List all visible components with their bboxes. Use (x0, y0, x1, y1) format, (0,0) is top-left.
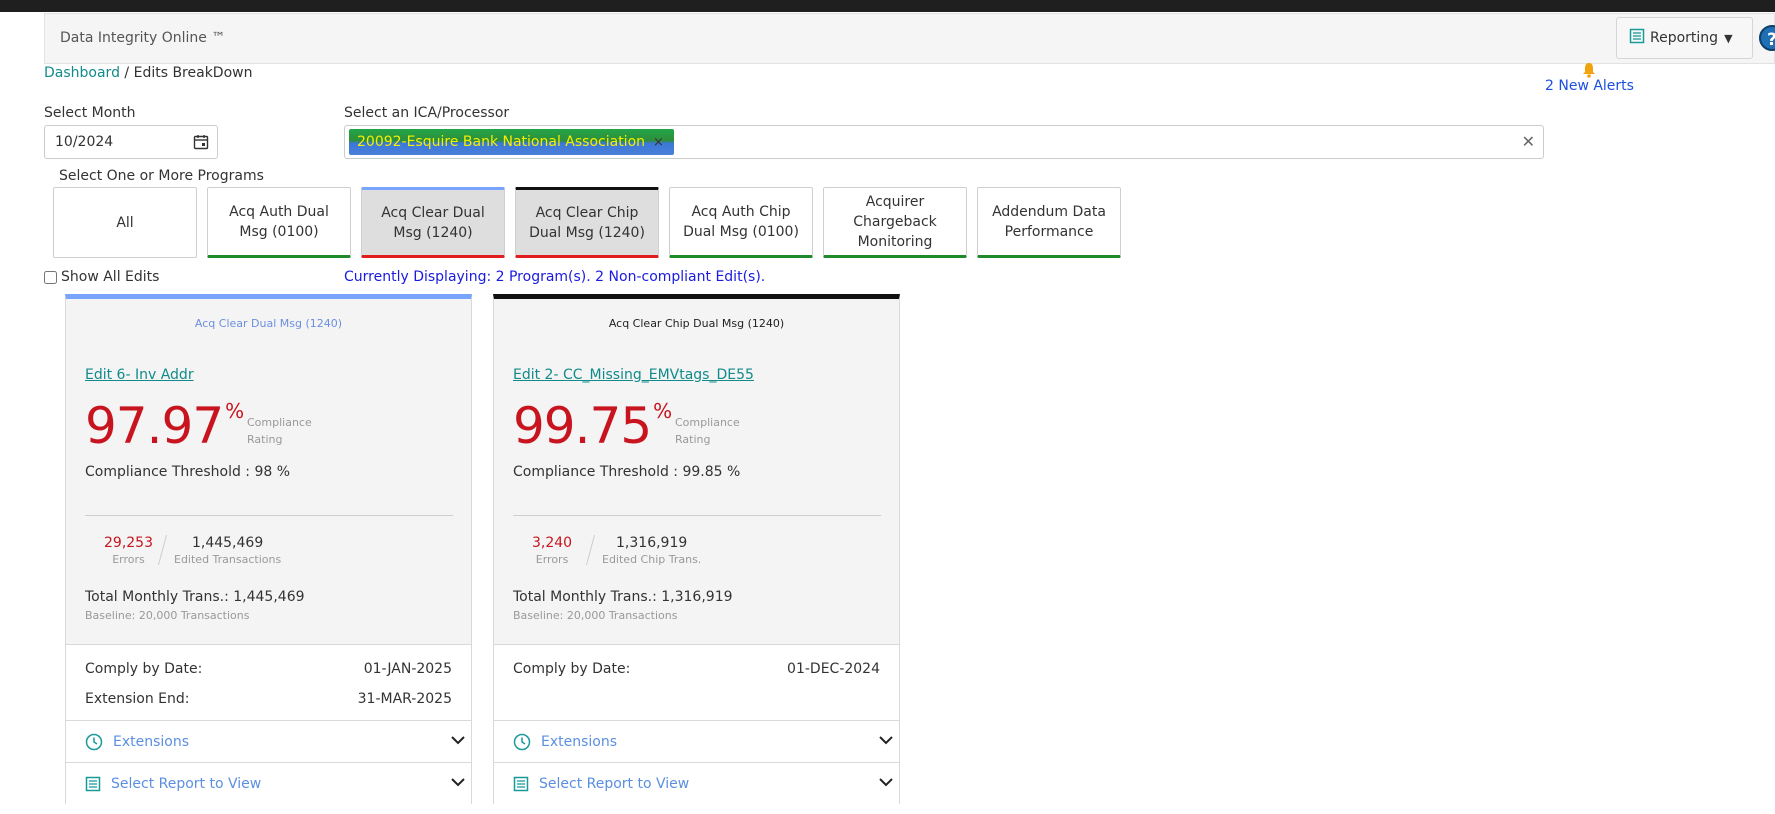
baseline: Baseline: 20,000 Transactions (85, 609, 250, 622)
alerts-label: 2 New Alerts (1545, 78, 1634, 94)
percent-symbol: % (225, 399, 245, 423)
total-monthly-trans: Total Monthly Trans.: 1,445,469 (85, 589, 305, 605)
show-all-edits[interactable]: Show All Edits (44, 269, 159, 285)
report-icon (1629, 28, 1645, 48)
errors-stat: 29,253 Errors (104, 535, 153, 566)
errors-label: Errors (112, 553, 145, 566)
comply-by-row: Comply by Date: 01-DEC-2024 (513, 661, 880, 677)
program-acquirer-chargeback-button[interactable]: Acquirer Chargeback Monitoring (823, 187, 967, 258)
comply-by-row: Comply by Date: 01-JAN-2025 (85, 661, 452, 677)
divider (85, 515, 453, 516)
divider (513, 515, 881, 516)
processor-chip-label: 20092-Esquire Bank National Association (357, 134, 646, 150)
clock-icon (513, 733, 531, 751)
stat-separator (585, 535, 596, 565)
show-all-edits-checkbox[interactable] (44, 270, 57, 284)
caret-down-icon: ▼ (1724, 31, 1733, 45)
chevron-down-icon[interactable] (879, 775, 893, 791)
transactions-stat: 1,316,919 Edited Chip Trans. (602, 535, 701, 566)
report-icon (513, 776, 529, 792)
bell-icon (1582, 62, 1596, 78)
baseline: Baseline: 20,000 Transactions (513, 609, 678, 622)
select-report-label: Select Report to View (539, 775, 690, 792)
month-value: 10/2024 (55, 134, 114, 150)
program-selector: All Acq Auth Dual Msg (0100) Acq Clear D… (53, 187, 1121, 258)
extensions-label: Extensions (113, 733, 190, 750)
chevron-down-icon[interactable] (879, 733, 893, 749)
month-label: Select Month (44, 105, 136, 121)
processor-select[interactable]: 20092-Esquire Bank National Association ×… (344, 125, 1544, 159)
card-program-title: Acq Clear Chip Dual Msg (1240) (608, 317, 785, 330)
transactions-value: 1,445,469 (191, 535, 264, 551)
extension-end-label: Extension End: (85, 691, 190, 707)
comply-by-label: Comply by Date: (85, 661, 203, 677)
errors-stat: 3,240 Errors (532, 535, 572, 566)
percent-symbol: % (653, 399, 673, 423)
comply-by-value: 01-DEC-2024 (787, 661, 880, 677)
extension-end-value: 31-MAR-2025 (357, 691, 452, 707)
reporting-label: Reporting (1650, 30, 1719, 46)
edit-link[interactable]: Edit 6- Inv Addr (85, 367, 194, 383)
window-top-bar (0, 0, 1775, 12)
help-icon[interactable]: ? (1759, 25, 1775, 51)
program-acq-clear-dual-button[interactable]: Acq Clear Dual Msg (1240) (361, 187, 505, 258)
errors-label: Errors (535, 553, 569, 566)
transactions-value: 1,316,919 (616, 535, 688, 551)
compliance-rating-label: Compliance Rating (675, 416, 740, 446)
programs-label: Select One or More Programs (59, 168, 264, 184)
month-picker-input[interactable]: 10/2024 (44, 125, 218, 159)
program-acq-clear-chip-dual-button[interactable]: Acq Clear Chip Dual Msg (1240) (515, 187, 659, 258)
compliance-value: 97.97 (85, 397, 224, 455)
transactions-label: Edited Transactions (174, 553, 282, 566)
card-program-title: Acq Clear Dual Msg (1240) (194, 317, 343, 330)
breadcrumb: Dashboard / Edits BreakDown (44, 65, 252, 81)
show-all-edits-label: Show All Edits (61, 269, 160, 285)
edit-link[interactable]: Edit 2- CC_Missing_EMVtags_DE55 (513, 367, 754, 383)
edit-card: Acq Clear Chip Dual Msg (1240) Edit 2- C… (493, 294, 900, 814)
edit-card: Acq Clear Dual Msg (1240) Edit 6- Inv Ad… (65, 294, 472, 814)
chip-remove-icon[interactable]: × (653, 135, 664, 150)
errors-value: 3,240 (532, 535, 573, 551)
compliance-threshold: Compliance Threshold : 98 % (85, 464, 291, 480)
app-title: Data Integrity Online ™ (60, 30, 226, 46)
app-header: Data Integrity Online ™ Reporting ▼ ? (44, 13, 1775, 64)
program-all-button[interactable]: All (53, 187, 197, 258)
alerts-link[interactable]: 2 New Alerts (1545, 62, 1634, 94)
report-icon (85, 776, 101, 792)
errors-value: 29,253 (104, 535, 153, 551)
chevron-down-icon[interactable] (451, 733, 465, 749)
breadcrumb-current: Edits BreakDown (133, 65, 253, 81)
compliance-rating-label: Compliance Rating (247, 416, 312, 446)
transactions-stat: 1,445,469 Edited Transactions (174, 535, 281, 566)
reporting-menu-button[interactable]: Reporting ▼ (1616, 17, 1753, 59)
stat-separator (157, 535, 168, 565)
compliance-threshold: Compliance Threshold : 99.85 % (513, 464, 741, 480)
processor-label: Select an ICA/Processor (344, 105, 510, 121)
program-acq-auth-chip-dual-button[interactable]: Acq Auth Chip Dual Msg (0100) (669, 187, 813, 258)
card-details: Comply by Date: 01-JAN-2025 Extension En… (66, 644, 471, 814)
program-acq-auth-dual-button[interactable]: Acq Auth Dual Msg (0100) (207, 187, 351, 258)
processor-chip: 20092-Esquire Bank National Association × (349, 129, 674, 155)
extension-end-row: Extension End: 31-MAR-2025 (85, 691, 452, 707)
compliance-rating: 99.75 % (513, 397, 672, 455)
select-report-label: Select Report to View (111, 775, 262, 792)
compliance-rating: 97.97 % (85, 397, 244, 455)
comply-by-value: 01-JAN-2025 (363, 661, 452, 677)
extensions-accordion[interactable]: Extensions (494, 720, 899, 762)
total-monthly-trans: Total Monthly Trans.: 1,316,919 (513, 589, 733, 605)
extensions-label: Extensions (541, 733, 618, 750)
chevron-down-icon[interactable] (451, 775, 465, 791)
clock-icon (85, 733, 103, 751)
displaying-summary: Currently Displaying: 2 Program(s). 2 No… (344, 269, 766, 285)
transactions-label: Edited Chip Trans. (602, 553, 702, 566)
comply-by-label: Comply by Date: (513, 661, 631, 677)
breadcrumb-separator: / (119, 65, 134, 81)
clear-selection-icon[interactable]: ✕ (1522, 132, 1535, 151)
breadcrumb-dashboard-link[interactable]: Dashboard (44, 65, 120, 81)
compliance-value: 99.75 (513, 397, 652, 455)
program-addendum-data-button[interactable]: Addendum Data Performance (977, 187, 1121, 258)
extensions-accordion[interactable]: Extensions (66, 720, 471, 762)
card-details: Comply by Date: 01-DEC-2024 Extensions S… (494, 644, 899, 814)
calendar-icon[interactable] (193, 134, 209, 154)
